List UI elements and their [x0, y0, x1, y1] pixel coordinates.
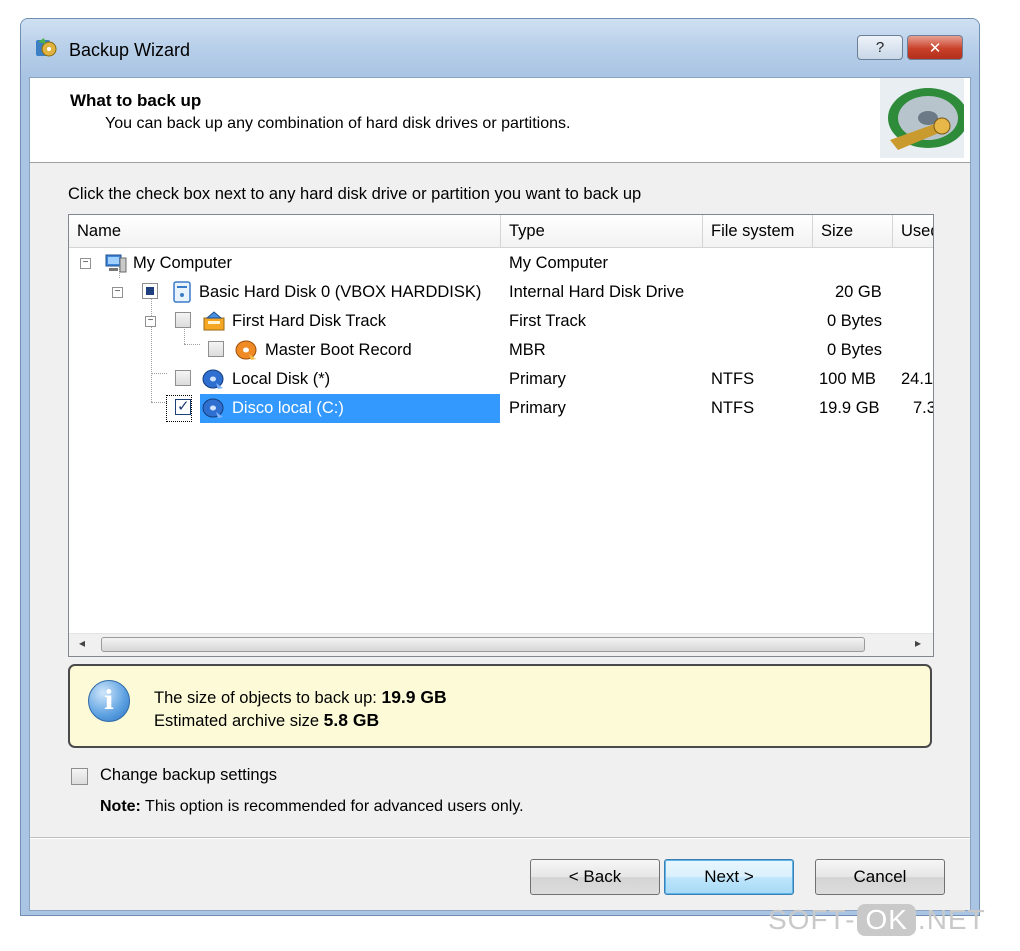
note-label: Note: [100, 798, 141, 815]
disk-backup-illustration [880, 78, 964, 158]
mbr-disk-icon [235, 340, 257, 360]
row-checkbox[interactable] [142, 283, 158, 299]
horizontal-scrollbar[interactable]: ◂ ▸ [69, 633, 933, 656]
site-watermark: SOFT- OK .NET [768, 904, 986, 936]
column-file-system[interactable]: File system [703, 215, 813, 247]
row-checkbox[interactable] [175, 312, 191, 328]
row-checkbox[interactable] [208, 341, 224, 357]
collapse-toggle[interactable]: − [80, 258, 91, 269]
backup-size-line: The size of objects to back up: 19.9 GB [154, 687, 447, 708]
row-name: Basic Hard Disk 0 (VBOX HARDDISK) [199, 283, 482, 301]
page-title: What to back up [70, 91, 202, 110]
row-name: Local Disk (*) [232, 370, 331, 388]
instruction-text: Click the check box next to any hard dis… [68, 185, 642, 203]
row-type: MBR [509, 341, 546, 359]
watermark-mid: OK [857, 904, 916, 936]
advanced-note: Note: This option is recommended for adv… [100, 798, 524, 816]
row-size: 0 Bytes [827, 341, 883, 359]
row-name: First Hard Disk Track [232, 312, 387, 330]
collapse-toggle[interactable]: − [145, 316, 156, 327]
row-used: 24.1 [901, 370, 934, 388]
scroll-right-arrow-icon[interactable]: ▸ [915, 636, 921, 650]
next-button[interactable]: Next > [664, 859, 794, 895]
row-type: First Track [509, 312, 586, 330]
cancel-button[interactable]: Cancel [815, 859, 945, 895]
row-size: 0 Bytes [827, 312, 883, 330]
column-header: Name Type File system Size Used [69, 215, 933, 248]
row-file-system: NTFS [711, 370, 755, 388]
row-type: My Computer [509, 254, 609, 272]
partition-icon [202, 398, 224, 418]
backup-size-value: 19.9 GB [381, 687, 447, 707]
tree-row-basic-hard-disk[interactable]: − Basic Hard Disk 0 (VBOX HARDDISK) Inte… [69, 278, 933, 307]
row-checkbox-checked[interactable] [175, 397, 191, 415]
close-button[interactable]: ✕ [907, 35, 963, 60]
change-backup-settings-label[interactable]: Change backup settings [100, 766, 277, 785]
wizard-header: What to back up You can back up any comb… [30, 78, 970, 163]
disk-tree-view[interactable]: Name Type File system Size Used − [68, 214, 934, 657]
title-bar[interactable]: Backup Wizard ? ✕ [21, 19, 979, 79]
hard-disk-icon [173, 281, 191, 303]
page-subtitle: You can back up any combination of hard … [105, 115, 571, 132]
archive-size-line: Estimated archive size 5.8 GB [154, 710, 379, 731]
tree-row-disco-local-c[interactable]: Disco local (C:) Primary NTFS 19.9 GB 7.… [69, 394, 934, 423]
tree-row-local-disk[interactable]: Local Disk (*) Primary NTFS 100 MB 24.1 [69, 365, 934, 394]
back-button[interactable]: < Back [530, 859, 660, 895]
watermark-left: SOFT- [768, 904, 856, 935]
row-size: 19.9 GB [819, 399, 880, 417]
row-name: Disco local (C:) [232, 399, 344, 417]
row-used: 7.3 [913, 399, 934, 417]
row-name: My Computer [133, 254, 233, 272]
scrollbar-thumb[interactable] [101, 637, 865, 652]
wizard-client-area: What to back up You can back up any comb… [29, 77, 971, 911]
change-backup-settings-checkbox[interactable] [71, 768, 88, 785]
row-size: 20 GB [835, 283, 882, 301]
column-used[interactable]: Used [893, 215, 933, 247]
row-type: Primary [509, 399, 566, 417]
tree-row-master-boot-record[interactable]: Master Boot Record MBR 0 Bytes [69, 336, 933, 365]
row-file-system: NTFS [711, 399, 755, 417]
row-type: Primary [509, 370, 566, 388]
row-name: Master Boot Record [265, 341, 412, 359]
backup-wizard-window: Backup Wizard ? ✕ What to back up You ca… [20, 18, 980, 916]
backup-size-info-box: i The size of objects to back up: 19.9 G… [68, 664, 932, 748]
disk-track-icon [203, 311, 225, 331]
column-size[interactable]: Size [813, 215, 893, 247]
backup-size-label: The size of objects to back up: [154, 689, 377, 707]
computer-icon [105, 254, 127, 273]
scroll-left-arrow-icon[interactable]: ◂ [79, 636, 85, 650]
column-type[interactable]: Type [501, 215, 703, 247]
watermark-right: .NET [917, 904, 986, 935]
tree-row-first-track[interactable]: − First Hard Disk Track First Track 0 By… [69, 307, 933, 336]
archive-size-label: Estimated archive size [154, 712, 320, 730]
help-button[interactable]: ? [857, 35, 903, 60]
info-icon: i [88, 680, 130, 722]
window-title: Backup Wizard [69, 40, 191, 60]
row-size: 100 MB [819, 370, 876, 388]
collapse-toggle[interactable]: − [112, 287, 123, 298]
footer-divider [30, 837, 970, 839]
partition-icon [202, 369, 224, 389]
backup-app-icon [36, 38, 57, 57]
row-checkbox[interactable] [175, 370, 191, 386]
column-name[interactable]: Name [69, 215, 501, 247]
note-text: This option is recommended for advanced … [145, 798, 524, 815]
tree-row-my-computer[interactable]: − My Computer My Computer [69, 249, 933, 278]
row-type: Internal Hard Disk Drive [509, 283, 685, 301]
archive-size-value: 5.8 GB [323, 710, 380, 730]
